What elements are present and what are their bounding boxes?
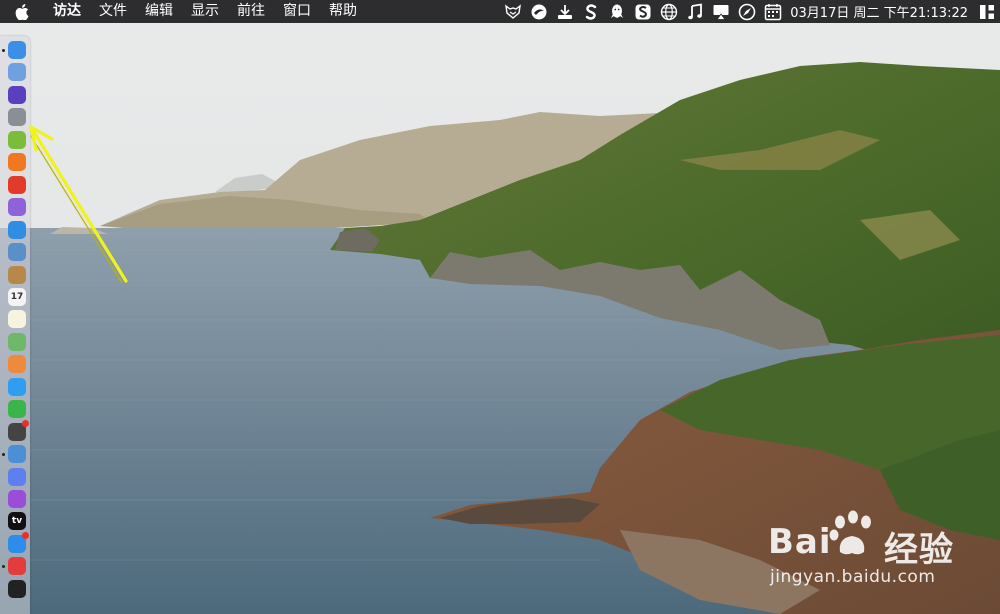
menu-window[interactable]: 窗口 xyxy=(274,0,320,23)
photos-icon[interactable] xyxy=(8,355,26,374)
menu-bar-left: 访达 文件 编辑 显示 前往 窗口 帮助 xyxy=(0,0,366,23)
xcode-icon[interactable] xyxy=(8,445,26,464)
menu-help[interactable]: 帮助 xyxy=(320,0,366,23)
stickies-icon[interactable] xyxy=(8,310,26,329)
running-indicator xyxy=(2,565,5,569)
qq-icon[interactable] xyxy=(608,3,626,21)
globe-icon[interactable] xyxy=(660,3,678,21)
notes-icon[interactable] xyxy=(8,265,26,284)
podcasts-icon[interactable] xyxy=(8,490,26,508)
app-store-icon[interactable] xyxy=(8,531,29,553)
safari-icon[interactable] xyxy=(8,220,26,239)
music-note-icon[interactable] xyxy=(686,2,704,21)
wechat-icon[interactable] xyxy=(8,400,26,419)
menu-bar-clock[interactable]: 03月17日 周二 下午21:13:22 xyxy=(790,2,968,21)
menu-view[interactable]: 显示 xyxy=(182,0,228,23)
sogou-input-icon[interactable] xyxy=(634,3,652,21)
running-indicator xyxy=(2,453,5,457)
notification-badge xyxy=(22,419,29,427)
system-preferences-icon[interactable] xyxy=(8,63,26,82)
menu-go[interactable]: 前往 xyxy=(228,0,274,23)
dark-app-icon[interactable] xyxy=(8,419,29,441)
airplay-display-icon[interactable] xyxy=(712,3,730,21)
dock: 17 tv xyxy=(0,36,30,614)
baidu-jingyan-watermark: Bai 经验 jingyan.baidu.com xyxy=(768,508,958,592)
fox-icon[interactable] xyxy=(504,3,522,21)
calendar-icon[interactable] xyxy=(764,3,782,21)
calendar-dock-icon[interactable]: 17 xyxy=(8,287,26,306)
apple-tv-icon[interactable]: tv xyxy=(8,512,26,531)
vivaldi-icon[interactable] xyxy=(8,557,26,576)
download-icon[interactable] xyxy=(556,3,574,21)
menu-edit[interactable]: 编辑 xyxy=(136,0,182,23)
watermark-url: jingyan.baidu.com xyxy=(770,567,936,587)
watermark-brand-left: Bai xyxy=(768,522,832,562)
notification-badge xyxy=(22,531,29,539)
messages-icon[interactable] xyxy=(8,377,26,396)
watermark-brand-right: 经验 xyxy=(884,530,954,570)
paw-logo-icon xyxy=(829,510,871,555)
control-center-icon[interactable] xyxy=(978,3,996,21)
apple-logo-glyph xyxy=(15,3,29,20)
android-icon[interactable] xyxy=(8,130,26,149)
menu-finder[interactable]: 访达 xyxy=(44,0,90,23)
menu-file[interactable]: 文件 xyxy=(90,0,136,23)
purple-app-icon[interactable] xyxy=(8,198,26,217)
maps-icon[interactable] xyxy=(8,332,26,351)
siri-icon[interactable] xyxy=(8,85,26,104)
firefox-icon[interactable] xyxy=(8,153,26,172)
launchpad-icon[interactable] xyxy=(8,108,26,127)
red-app-icon[interactable] xyxy=(8,175,26,194)
preview-icon[interactable] xyxy=(8,243,26,262)
vpn-ball-icon[interactable] xyxy=(530,3,548,21)
terminal-icon[interactable] xyxy=(8,579,26,598)
itunes-icon[interactable] xyxy=(8,467,26,486)
apple-logo-icon[interactable] xyxy=(0,0,44,23)
menu-bar: 访达 文件 编辑 显示 前往 窗口 帮助 03月17日 周二 下午21:13:2… xyxy=(0,0,1000,23)
menu-bar-status: 03月17日 周二 下午21:13:22 xyxy=(500,0,1000,23)
compass-icon[interactable] xyxy=(738,3,756,21)
s-app-icon[interactable] xyxy=(582,3,600,21)
finder-icon[interactable] xyxy=(8,41,26,59)
running-indicator xyxy=(2,49,5,52)
